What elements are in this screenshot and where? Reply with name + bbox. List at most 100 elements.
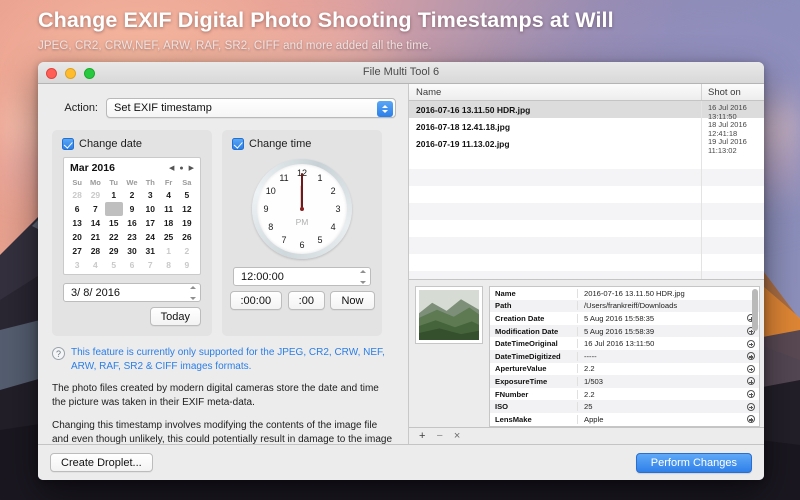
calendar-day[interactable]: 6 [123,258,141,272]
today-dot-icon[interactable]: ● [179,165,183,172]
exif-row[interactable]: Name 2016-07-16 13.11.50 HDR.jpg [490,287,759,300]
calendar-day[interactable]: 18 [159,216,177,230]
calendar-day[interactable]: 16 [123,216,141,230]
calendar-day[interactable]: 22 [105,230,123,244]
calendar-day[interactable]: 17 [141,216,159,230]
calendar-day[interactable]: 30 [123,244,141,258]
exif-row[interactable]: Creation Date 5 Aug 2016 15:58:35 [490,312,759,325]
exif-row[interactable]: ApertureValue 2.2 [490,363,759,376]
exif-row[interactable]: FNumber 2.2 [490,388,759,401]
calendar-day[interactable]: 11 [159,202,177,216]
calendar-day[interactable]: 8 [159,258,177,272]
calendar-day[interactable]: 20 [68,230,86,244]
analog-clock[interactable]: 121234567891011 PM [252,159,352,259]
calendar-day[interactable]: 31 [141,244,159,258]
today-button[interactable]: Today [149,307,201,326]
calendar-day[interactable]: 27 [68,244,86,258]
calendar-day[interactable]: 6 [68,202,86,216]
date-stepper-icon[interactable] [188,286,197,300]
exif-row[interactable]: Path/Users/frankreiff/Downloads [490,299,759,313]
clear-icon[interactable]: × [454,430,460,442]
empty-cell [409,186,702,203]
calendar-day[interactable]: 23 [123,230,141,244]
calendar-day[interactable]: 4 [86,258,104,272]
change-date-checkbox[interactable] [62,138,74,150]
calendar-day[interactable]: 1 [159,244,177,258]
calendar-day[interactable]: 28 [86,244,104,258]
calendar-day[interactable]: 5 [105,258,123,272]
calendar-day[interactable]: 10 [141,202,159,216]
exif-table[interactable]: Name 2016-07-16 13.11.50 HDR.jpg Path/User… [489,286,760,427]
exif-row[interactable]: DateTimeOriginal 16 Jul 2016 13:11:50 [490,337,759,350]
calendar-day[interactable]: 25 [159,230,177,244]
add-icon[interactable]: + [419,430,425,442]
calendar-day[interactable]: 29 [105,244,123,258]
exif-row[interactable]: ExposureTime 1/503 [490,375,759,388]
time-input[interactable]: 12:00:00 [233,267,371,286]
zero-seconds-minutes-button[interactable]: :00:00 [229,291,283,310]
calendar-day[interactable]: 9 [178,258,196,272]
calendar-day[interactable]: 14 [86,216,104,230]
calendar[interactable]: Mar 2016 ◀ ● ▶ Su Mo Tu We Th Fr Sa 28 2… [63,157,201,275]
calendar-day[interactable]: 26 [178,230,196,244]
help-icon[interactable]: ? [52,347,65,360]
calendar-day[interactable]: 3 [68,258,86,272]
change-date-checkbox-row[interactable]: Change date [62,138,142,150]
table-row[interactable]: 2016-07-19 11.13.02.jpg 19 Jul 2016 11:13:… [409,135,764,155]
date-input[interactable]: 3/ 8/ 2016 [63,283,201,302]
clock-number: 3 [335,204,341,214]
prev-month-icon[interactable]: ◀ [169,165,174,172]
calendar-day[interactable]: 4 [159,188,177,202]
zero-seconds-button[interactable]: :00 [287,291,325,310]
column-header-shot-on[interactable]: Shot on [702,84,764,100]
now-button[interactable]: Now [330,291,375,310]
calendar-day[interactable]: 7 [141,258,159,272]
exif-row[interactable]: LensMake Apple [490,413,759,426]
clock-number: 1 [317,172,323,183]
table-row[interactable]: 2016-07-18 12.41.18.jpg 18 Jul 2016 12:41:… [409,118,764,138]
perform-changes-button[interactable]: Perform Changes [635,452,752,473]
calendar-day[interactable]: 7 [86,202,104,216]
weekday-label: We [126,178,138,187]
calendar-day[interactable]: 29 [86,188,104,202]
column-header-name[interactable]: Name [409,84,702,100]
exif-scrollbar[interactable] [752,289,758,409]
exif-row[interactable]: LensModeliPhone 6s Plus back camera 4.15… [490,425,759,426]
exif-row[interactable]: ISO 25 [490,400,759,413]
calendar-day[interactable]: 15 [105,216,123,230]
table-row[interactable]: 2016-07-16 13.11.50 HDR.jpg 16 Jul 2016 13… [409,101,764,121]
file-list[interactable]: 2016-07-16 13.11.50 HDR.jpg 16 Jul 2016 13… [409,101,764,279]
calendar-day[interactable]: 8 [104,202,123,216]
change-time-checkbox[interactable] [232,138,244,150]
calendar-days-grid[interactable]: 28 29 1 2 3 4 5 6 7 8 9 10 11 12 13 14 15 16 17 18 19 20 21 22 2… [68,188,196,272]
clock-ampm-label: PM [295,216,309,227]
calendar-day[interactable]: 1 [105,188,123,202]
window-titlebar[interactable]: File Multi Tool 6 [38,62,764,84]
weekday-label: Sa [182,178,192,187]
calendar-day[interactable]: 19 [178,216,196,230]
exif-row[interactable]: Modification Date 5 Aug 2016 15:58:39 [490,324,759,338]
exif-row[interactable]: DateTimeDigitized ----- [490,349,759,363]
change-time-panel: Change time 121234567891011 PM [222,130,382,336]
calendar-day[interactable]: 28 [68,188,86,202]
exif-scrollbar-thumb[interactable] [752,289,758,331]
change-time-checkbox-row[interactable]: Change time [232,138,311,150]
calendar-day[interactable]: 2 [123,188,141,202]
calendar-day[interactable]: 2 [178,244,196,258]
calendar-day[interactable]: 13 [68,216,86,230]
time-stepper-icon[interactable] [358,270,367,284]
action-select[interactable]: Set EXIF timestamp [106,98,396,118]
create-droplet-button[interactable]: Create Droplet... [50,453,153,472]
plus-circle-icon[interactable] [747,415,755,424]
calendar-day[interactable]: 5 [178,188,196,202]
calendar-day[interactable]: 3 [141,188,159,202]
clock-number: 9 [263,204,269,214]
calendar-day[interactable]: 24 [141,230,159,244]
next-month-icon[interactable]: ▶ [189,165,194,172]
calendar-day[interactable]: 12 [178,202,196,216]
calendar-nav[interactable]: ◀ ● ▶ [169,165,194,172]
calendar-day[interactable]: 9 [123,202,141,216]
table-row-empty [409,254,764,271]
calendar-day[interactable]: 21 [86,230,104,244]
remove-icon[interactable]: − [436,430,442,442]
